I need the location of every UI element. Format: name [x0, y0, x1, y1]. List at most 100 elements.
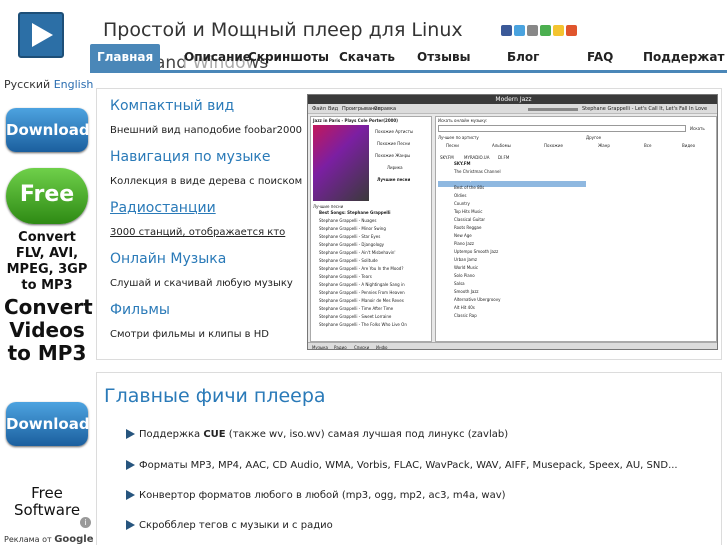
language-switch: Русский English — [4, 78, 93, 91]
screenshot-station: World Music — [454, 265, 479, 270]
convert-formats-ad[interactable]: Convert FLV, AVI, MPEG, 3GP to MP3 — [4, 230, 90, 294]
screenshot-now-playing: Stephane Grappelli - Let's Call It, Let'… — [582, 106, 708, 112]
screenshot-track: Stephane Grappelli - Tears — [319, 274, 372, 279]
screenshot-similar-artists: Похожие Артисты — [375, 129, 414, 134]
feature-desc-online: Слушай и скачивай любую музыку — [110, 278, 293, 289]
screenshot-station: Top Hits Music — [454, 209, 483, 214]
ad-info-icon[interactable]: i — [80, 517, 91, 528]
feature-title-compact[interactable]: Компактный вид — [110, 98, 234, 114]
arrow-right-icon — [126, 520, 135, 530]
screenshot-station: New Age — [454, 233, 472, 238]
screenshot-lyrics: Лирика — [387, 165, 403, 170]
logo[interactable] — [18, 12, 64, 58]
free-software-ad[interactable]: Free Software — [4, 485, 90, 519]
screenshot-station: The Christmas Channel — [454, 169, 501, 174]
nav-download[interactable]: Скачать — [339, 44, 395, 70]
main-features-title: Главные фичи плеера — [104, 385, 326, 407]
screenshot-best-songs: Лучшие песни — [377, 177, 411, 182]
screenshot-album: Jazz in Paris - Plays Cole Porter(2000) — [313, 118, 398, 123]
nav-blog[interactable]: Блог — [507, 44, 539, 70]
screenshot-similar-genres: Похожие Жанры — [375, 153, 411, 158]
download-button-2[interactable]: Download — [6, 402, 90, 446]
convert-videos-ad[interactable]: Convert Videos to MP3 — [4, 296, 93, 365]
screenshot-left-panel: Jazz in Paris - Plays Cole Porter(2000) … — [310, 116, 432, 342]
screenshot-station: Urban Jamz — [454, 257, 477, 262]
screenshot-other: Другое — [586, 135, 602, 140]
screenshot-station: Piano Jazz — [454, 241, 474, 246]
facebook-icon[interactable] — [501, 25, 512, 36]
screenshot-radio-tab: MYRADIO.UA — [464, 155, 490, 160]
screenshot-tab-songs: Песни — [446, 143, 459, 148]
add-icon[interactable] — [566, 25, 577, 36]
arrow-right-icon — [126, 429, 135, 439]
nav-underline — [90, 70, 727, 73]
screenshot-station: SKY.FM — [454, 161, 471, 166]
screenshot-track: Stephane Grappelli - Time After Time — [319, 306, 394, 311]
nav-screenshots[interactable]: Скриншоты — [248, 44, 329, 70]
screenshot-station: Salsa — [454, 281, 465, 286]
feature-item-cue: Поддержка CUE (также wv, iso.wv) самая л… — [126, 429, 508, 440]
nav-description[interactable]: Описание — [184, 44, 251, 70]
feature-item-converter: Конвертор форматов любого в любой (mp3, … — [126, 490, 506, 501]
screenshot-menu-help: Справка — [374, 106, 397, 112]
screenshot-track: Stephane Grappelli - The Folks Who Live … — [319, 322, 407, 327]
screenshot-track: Stephane Grappelli - Ain't Misbehavin' — [319, 250, 396, 255]
nav-support[interactable]: Поддержат — [643, 44, 724, 70]
screenshot-station: Alternative Ubergroovy — [454, 297, 501, 302]
feature-item-scrobbler: Скробблер тегов с музыки и с радио — [126, 520, 333, 531]
screenshot-tab-all: Все — [644, 143, 652, 148]
feature-desc-navigation: Коллекция в виде дерева с поиском — [110, 176, 303, 187]
screenshot-radio-tab: DI.FM — [498, 155, 510, 160]
screenshot-track: Stephane Grappelli - A Nightingale Sang … — [319, 282, 405, 287]
lang-en[interactable]: English — [54, 78, 94, 91]
screenshot-track: Stephane Grappelli - Solitude — [319, 258, 378, 263]
screenshot-station: Oldies — [454, 193, 467, 198]
screenshot-menu-file: Файл — [312, 106, 326, 112]
screenshot-station: Classical Guitar — [454, 217, 486, 222]
screenshot-tab-radio: Радио — [334, 345, 347, 350]
google-icon[interactable] — [540, 25, 551, 36]
feature-title-movies[interactable]: Фильмы — [110, 302, 170, 318]
screenshot-bottom-tabs: Музыка Радио Списки Инфо — [308, 342, 717, 350]
screenshot-track: Stephane Grappelli - Sweet Lorraine — [319, 314, 392, 319]
download-button[interactable]: Download — [6, 108, 90, 152]
feature-desc-compact: Внешний вид наподобие foobar2000 — [110, 125, 303, 136]
nav-faq[interactable]: FAQ — [587, 44, 613, 70]
feature-desc-radio: 3000 станций, отображается кто — [110, 227, 286, 238]
screenshot-titlebar: Modern Jazz — [308, 95, 717, 104]
screenshot-tab-lists: Списки — [354, 345, 370, 350]
lang-ru[interactable]: Русский — [4, 78, 50, 91]
screenshot-tab-info: Инфо — [376, 345, 388, 350]
screenshot-radio-tab: SKY.FM — [440, 155, 454, 160]
nav-home[interactable]: Главная — [90, 44, 161, 70]
bookmark-icon[interactable] — [553, 25, 564, 36]
screenshot-search-button: Искать — [690, 126, 705, 131]
screenshot-station: Country — [454, 201, 470, 206]
screenshot-tab-albums: Альбомы — [492, 143, 511, 148]
feature-desc-movies: Смотри фильмы и клипы в HD — [110, 329, 269, 340]
site-title: Простой и Мощный плеер для Linux — [103, 19, 463, 41]
screenshot-search-box — [438, 125, 686, 132]
feature-title-online[interactable]: Онлайн Музыка — [110, 251, 226, 267]
feature-title-navigation[interactable]: Навигация по музыке — [110, 149, 270, 165]
screenshot-cover-art — [313, 125, 369, 201]
screenshot-tab-similar: Похожие — [544, 143, 563, 148]
print-icon[interactable] — [527, 25, 538, 36]
screenshot-track: Stephane Grappelli - Are You In the Mood… — [319, 266, 404, 271]
screenshot-station: Uptempo Smooth Jazz — [454, 249, 499, 254]
screenshot-tab-video: Видео — [682, 143, 696, 148]
screenshot-track: Stephane Grappelli - Star Eyes — [319, 234, 381, 239]
screenshot-track: Stephane Grappelli - Djangology — [319, 242, 385, 247]
screenshot-station: Smooth Jazz — [454, 289, 479, 294]
twitter-icon[interactable] — [514, 25, 525, 36]
screenshot-track: Stephane Grappelli - Manoir de Mes Reves — [319, 298, 404, 303]
nav-reviews[interactable]: Отзывы — [417, 44, 470, 70]
screenshot-menubar: Файл Вид Проигрывание Справка Stephane G… — [308, 104, 717, 114]
free-badge[interactable]: Free — [6, 168, 88, 224]
ads-by-google[interactable]: Реклама от Google — [4, 534, 94, 545]
screenshot-similar-songs: Похожие Песни — [377, 141, 411, 146]
screenshot-search-label: Искать онлайн музыку: — [438, 118, 488, 123]
screenshot-menu-view: Вид — [328, 106, 339, 112]
feature-title-radio[interactable]: Радиостанции — [110, 200, 216, 216]
player-screenshot[interactable]: Modern Jazz Файл Вид Проигрывание Справк… — [307, 94, 718, 350]
